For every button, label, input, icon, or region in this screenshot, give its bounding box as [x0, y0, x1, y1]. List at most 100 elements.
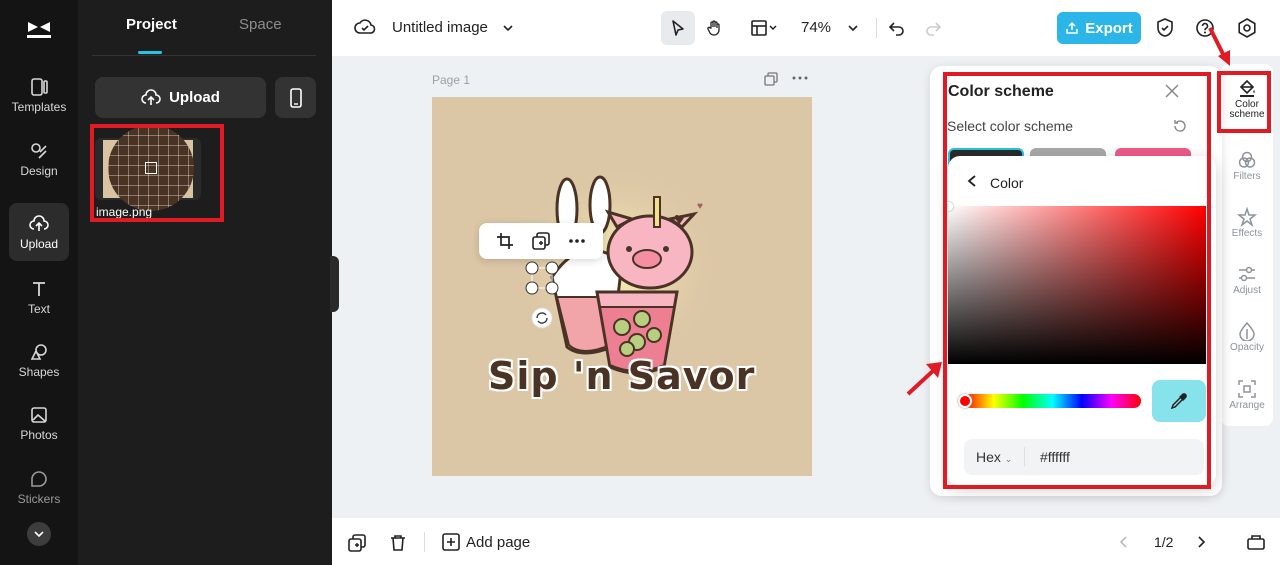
- photos-icon: [31, 406, 47, 423]
- effects-icon: [1237, 207, 1257, 227]
- next-page-icon[interactable]: [1195, 535, 1207, 549]
- tool-label: Arrange: [1229, 400, 1265, 411]
- prev-page-icon[interactable]: [1118, 535, 1130, 549]
- tool-label: Opacity: [1230, 342, 1264, 353]
- hand-tool-button[interactable]: [698, 11, 732, 45]
- duplicate-page-bottom-icon[interactable]: [348, 534, 366, 552]
- add-page-button[interactable]: Add page: [442, 533, 530, 551]
- rail-item-shapes[interactable]: Shapes: [9, 331, 69, 389]
- arrange-icon: [1238, 380, 1256, 398]
- shapes-icon: [30, 343, 47, 360]
- duplicate-page-icon[interactable]: [764, 72, 778, 86]
- zoom-level[interactable]: 74%: [801, 19, 831, 36]
- tool-opacity[interactable]: Opacity: [1221, 321, 1273, 353]
- phone-icon: [289, 87, 302, 108]
- layout-icon: [751, 20, 777, 36]
- hand-icon: [707, 20, 720, 36]
- stickers-icon: [31, 470, 47, 487]
- bottombar-divider: [424, 532, 425, 552]
- canvas-headline-text[interactable]: Sip 'n Savor: [488, 354, 755, 398]
- rail-item-design[interactable]: Design: [9, 130, 69, 188]
- tool-filters[interactable]: Filters: [1221, 150, 1273, 182]
- rail-item-label: Stickers: [17, 491, 61, 506]
- settings-icon[interactable]: [1237, 18, 1257, 38]
- tab-divider: [92, 55, 316, 56]
- title-chevron-down-icon[interactable]: [502, 22, 514, 34]
- trash-icon[interactable]: [389, 534, 407, 552]
- undo-icon[interactable]: [888, 19, 906, 37]
- rail-item-label: Text: [27, 301, 50, 316]
- layout-button[interactable]: [742, 11, 786, 45]
- document-title[interactable]: Untitled image: [392, 19, 488, 36]
- redo-icon[interactable]: [924, 19, 942, 37]
- tab-project[interactable]: Project: [126, 16, 177, 33]
- export-button-label: Export: [1085, 19, 1133, 37]
- upload-button-label: Upload: [169, 89, 220, 106]
- capcut-logo-icon[interactable]: [24, 14, 54, 44]
- svg-text:♥: ♥: [674, 209, 685, 229]
- cloud-upload-icon: [141, 88, 161, 105]
- upload-button[interactable]: Upload: [95, 77, 266, 118]
- selection-handles[interactable]: [524, 260, 560, 332]
- add-page-icon: [442, 533, 460, 551]
- tool-label: Adjust: [1233, 285, 1261, 296]
- export-button[interactable]: Export: [1057, 12, 1141, 44]
- tool-label: Filters: [1233, 171, 1261, 182]
- rail-item-templates[interactable]: Templates: [9, 66, 69, 124]
- annotation-arrow-icon: [906, 362, 942, 396]
- annotation-box-color-scheme-tool: [1217, 71, 1271, 133]
- page-more-icon[interactable]: [792, 74, 808, 82]
- rail-item-label: Design: [20, 163, 58, 178]
- chevron-down-icon: [34, 531, 44, 538]
- asset-panel: Project Space Upload image.png: [78, 0, 332, 565]
- shield-icon[interactable]: [1155, 17, 1175, 39]
- design-icon: [31, 142, 47, 159]
- cursor-icon: [672, 20, 684, 36]
- element-floating-toolbar: [479, 223, 603, 259]
- rail-item-text[interactable]: Text: [9, 268, 69, 326]
- tool-arrange[interactable]: Arrange: [1221, 379, 1273, 411]
- design-page[interactable]: ♥ ♥: [432, 97, 812, 476]
- crop-icon[interactable]: [496, 232, 514, 250]
- annotation-box-color-panel: [943, 72, 1211, 489]
- pages-panel-icon[interactable]: [1246, 533, 1266, 551]
- annotation-box-thumbnail: [90, 124, 224, 222]
- text-icon: [33, 281, 45, 296]
- left-rail: Templates Design Upload Text Shapes Phot…: [0, 0, 78, 565]
- filters-icon: [1238, 151, 1256, 168]
- opacity-icon: [1239, 321, 1255, 341]
- cloud-save-icon[interactable]: [354, 17, 376, 37]
- add-page-label: Add page: [466, 533, 531, 551]
- phone-upload-button[interactable]: [275, 77, 316, 118]
- upload-icon: [29, 214, 49, 231]
- rail-item-label: Photos: [20, 427, 58, 442]
- top-bar: Untitled image 74% Export: [332, 0, 1280, 56]
- adjust-icon: [1239, 266, 1255, 282]
- rail-more-button[interactable]: [27, 522, 51, 546]
- svg-text:♥: ♥: [697, 201, 703, 212]
- tool-label: Effects: [1231, 228, 1263, 239]
- toolbar-divider: [876, 18, 877, 38]
- panel-collapse-handle[interactable]: [330, 256, 339, 312]
- tab-space[interactable]: Space: [239, 16, 282, 33]
- page-label: Page 1: [432, 73, 471, 87]
- bottom-bar: Add page 1/2: [332, 518, 1280, 565]
- rail-item-label: Shapes: [18, 364, 60, 379]
- more-options-icon[interactable]: [568, 238, 586, 244]
- boba-illustration[interactable]: ♥ ♥: [432, 97, 812, 476]
- duplicate-icon[interactable]: [532, 232, 550, 250]
- page-counter: 1/2: [1154, 534, 1174, 550]
- rail-item-label: Upload: [19, 236, 59, 251]
- tool-effects[interactable]: Effects: [1221, 207, 1273, 239]
- active-tab-indicator: [138, 51, 162, 54]
- select-tool-button[interactable]: [661, 11, 695, 45]
- export-icon: [1066, 21, 1078, 34]
- zoom-chevron-down-icon[interactable]: [847, 22, 859, 34]
- annotation-arrow-icon: [1208, 27, 1230, 66]
- rail-item-label: Templates: [11, 99, 67, 114]
- templates-icon: [31, 77, 48, 96]
- tool-adjust[interactable]: Adjust: [1221, 264, 1273, 296]
- rail-item-stickers[interactable]: Stickers: [9, 458, 69, 516]
- rail-item-photos[interactable]: Photos: [9, 394, 69, 452]
- rail-item-upload[interactable]: Upload: [9, 203, 69, 261]
